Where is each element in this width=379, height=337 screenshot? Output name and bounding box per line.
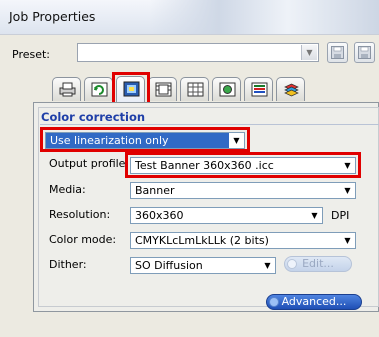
output-profile-dropdown[interactable]: Test Banner 360x360 .icc ▼ bbox=[130, 157, 356, 174]
stack-icon bbox=[284, 83, 299, 97]
chevron-down-icon[interactable]: ▼ bbox=[307, 208, 322, 223]
chevron-down-icon[interactable]: ▼ bbox=[260, 258, 275, 273]
tab-layers[interactable] bbox=[244, 77, 273, 101]
color-mode-dropdown[interactable]: CMYKLcLmLkLLk (2 bits) ▼ bbox=[130, 232, 356, 249]
title-bar-gradient bbox=[150, 0, 379, 34]
tab-color-correction[interactable] bbox=[116, 76, 145, 102]
chevron-down-icon[interactable]: ▼ bbox=[301, 45, 317, 60]
color-correction-icon bbox=[123, 81, 140, 97]
tab-stack[interactable] bbox=[276, 77, 305, 101]
correction-mode-value: Use linearization only bbox=[50, 134, 169, 147]
chevron-down-icon[interactable]: ▼ bbox=[340, 183, 355, 198]
window-title: Job Properties bbox=[9, 9, 96, 24]
preset-combobox[interactable]: ▼ bbox=[77, 43, 319, 62]
save-as-preset-button[interactable] bbox=[354, 42, 375, 63]
chevron-down-icon[interactable]: ▼ bbox=[340, 158, 355, 173]
chevron-down-icon[interactable]: ▼ bbox=[229, 133, 244, 148]
media-value: Banner bbox=[135, 184, 175, 197]
output-profile-label: Output profile: bbox=[49, 157, 130, 170]
button-knob-icon bbox=[269, 297, 279, 307]
job-properties-window: Job Properties Preset: ▼ Color correctio… bbox=[0, 0, 379, 337]
edit-dither-label: Edit... bbox=[302, 257, 334, 270]
dither-value: SO Diffusion bbox=[135, 259, 203, 272]
preset-label: Preset: bbox=[12, 48, 51, 61]
correction-mode-dropdown[interactable]: Use linearization only ▼ bbox=[45, 132, 245, 149]
resolution-unit: DPI bbox=[331, 209, 350, 222]
tab-grid[interactable] bbox=[180, 77, 209, 101]
resolution-dropdown[interactable]: 360x360 ▼ bbox=[130, 207, 323, 224]
output-profile-value: Test Banner 360x360 .icc bbox=[135, 159, 274, 172]
tab-refresh[interactable] bbox=[84, 77, 113, 101]
image-icon bbox=[219, 82, 236, 97]
tab-strip bbox=[0, 76, 379, 102]
color-mode-label: Color mode: bbox=[49, 233, 117, 246]
chevron-down-icon[interactable]: ▼ bbox=[340, 233, 355, 248]
grid-icon bbox=[187, 82, 204, 97]
section-divider bbox=[40, 124, 379, 125]
advanced-label: Advanced... bbox=[281, 295, 347, 308]
resolution-label: Resolution: bbox=[49, 208, 111, 221]
floppy-disk-icon bbox=[358, 46, 371, 59]
section-title: Color correction bbox=[41, 110, 146, 124]
film-icon bbox=[155, 82, 172, 97]
refresh-icon bbox=[91, 82, 108, 97]
media-label: Media: bbox=[49, 183, 86, 196]
media-dropdown[interactable]: Banner ▼ bbox=[130, 182, 356, 199]
resolution-value: 360x360 bbox=[135, 209, 184, 222]
save-preset-button[interactable] bbox=[327, 42, 348, 63]
layers-icon bbox=[251, 82, 268, 97]
floppy-disk-icon bbox=[331, 46, 344, 59]
edit-dither-button[interactable]: Edit... bbox=[284, 256, 352, 272]
dither-label: Dither: bbox=[49, 258, 87, 271]
dither-dropdown[interactable]: SO Diffusion ▼ bbox=[130, 257, 276, 274]
tab-image[interactable] bbox=[212, 77, 241, 101]
title-bar: Job Properties bbox=[0, 0, 379, 35]
color-mode-value: CMYKLcLmLkLLk (2 bits) bbox=[135, 234, 269, 247]
button-knob-icon bbox=[287, 259, 297, 269]
tab-printer[interactable] bbox=[52, 77, 81, 101]
advanced-button[interactable]: Advanced... bbox=[266, 294, 362, 310]
printer-icon bbox=[59, 82, 76, 97]
tab-film[interactable] bbox=[148, 77, 177, 101]
